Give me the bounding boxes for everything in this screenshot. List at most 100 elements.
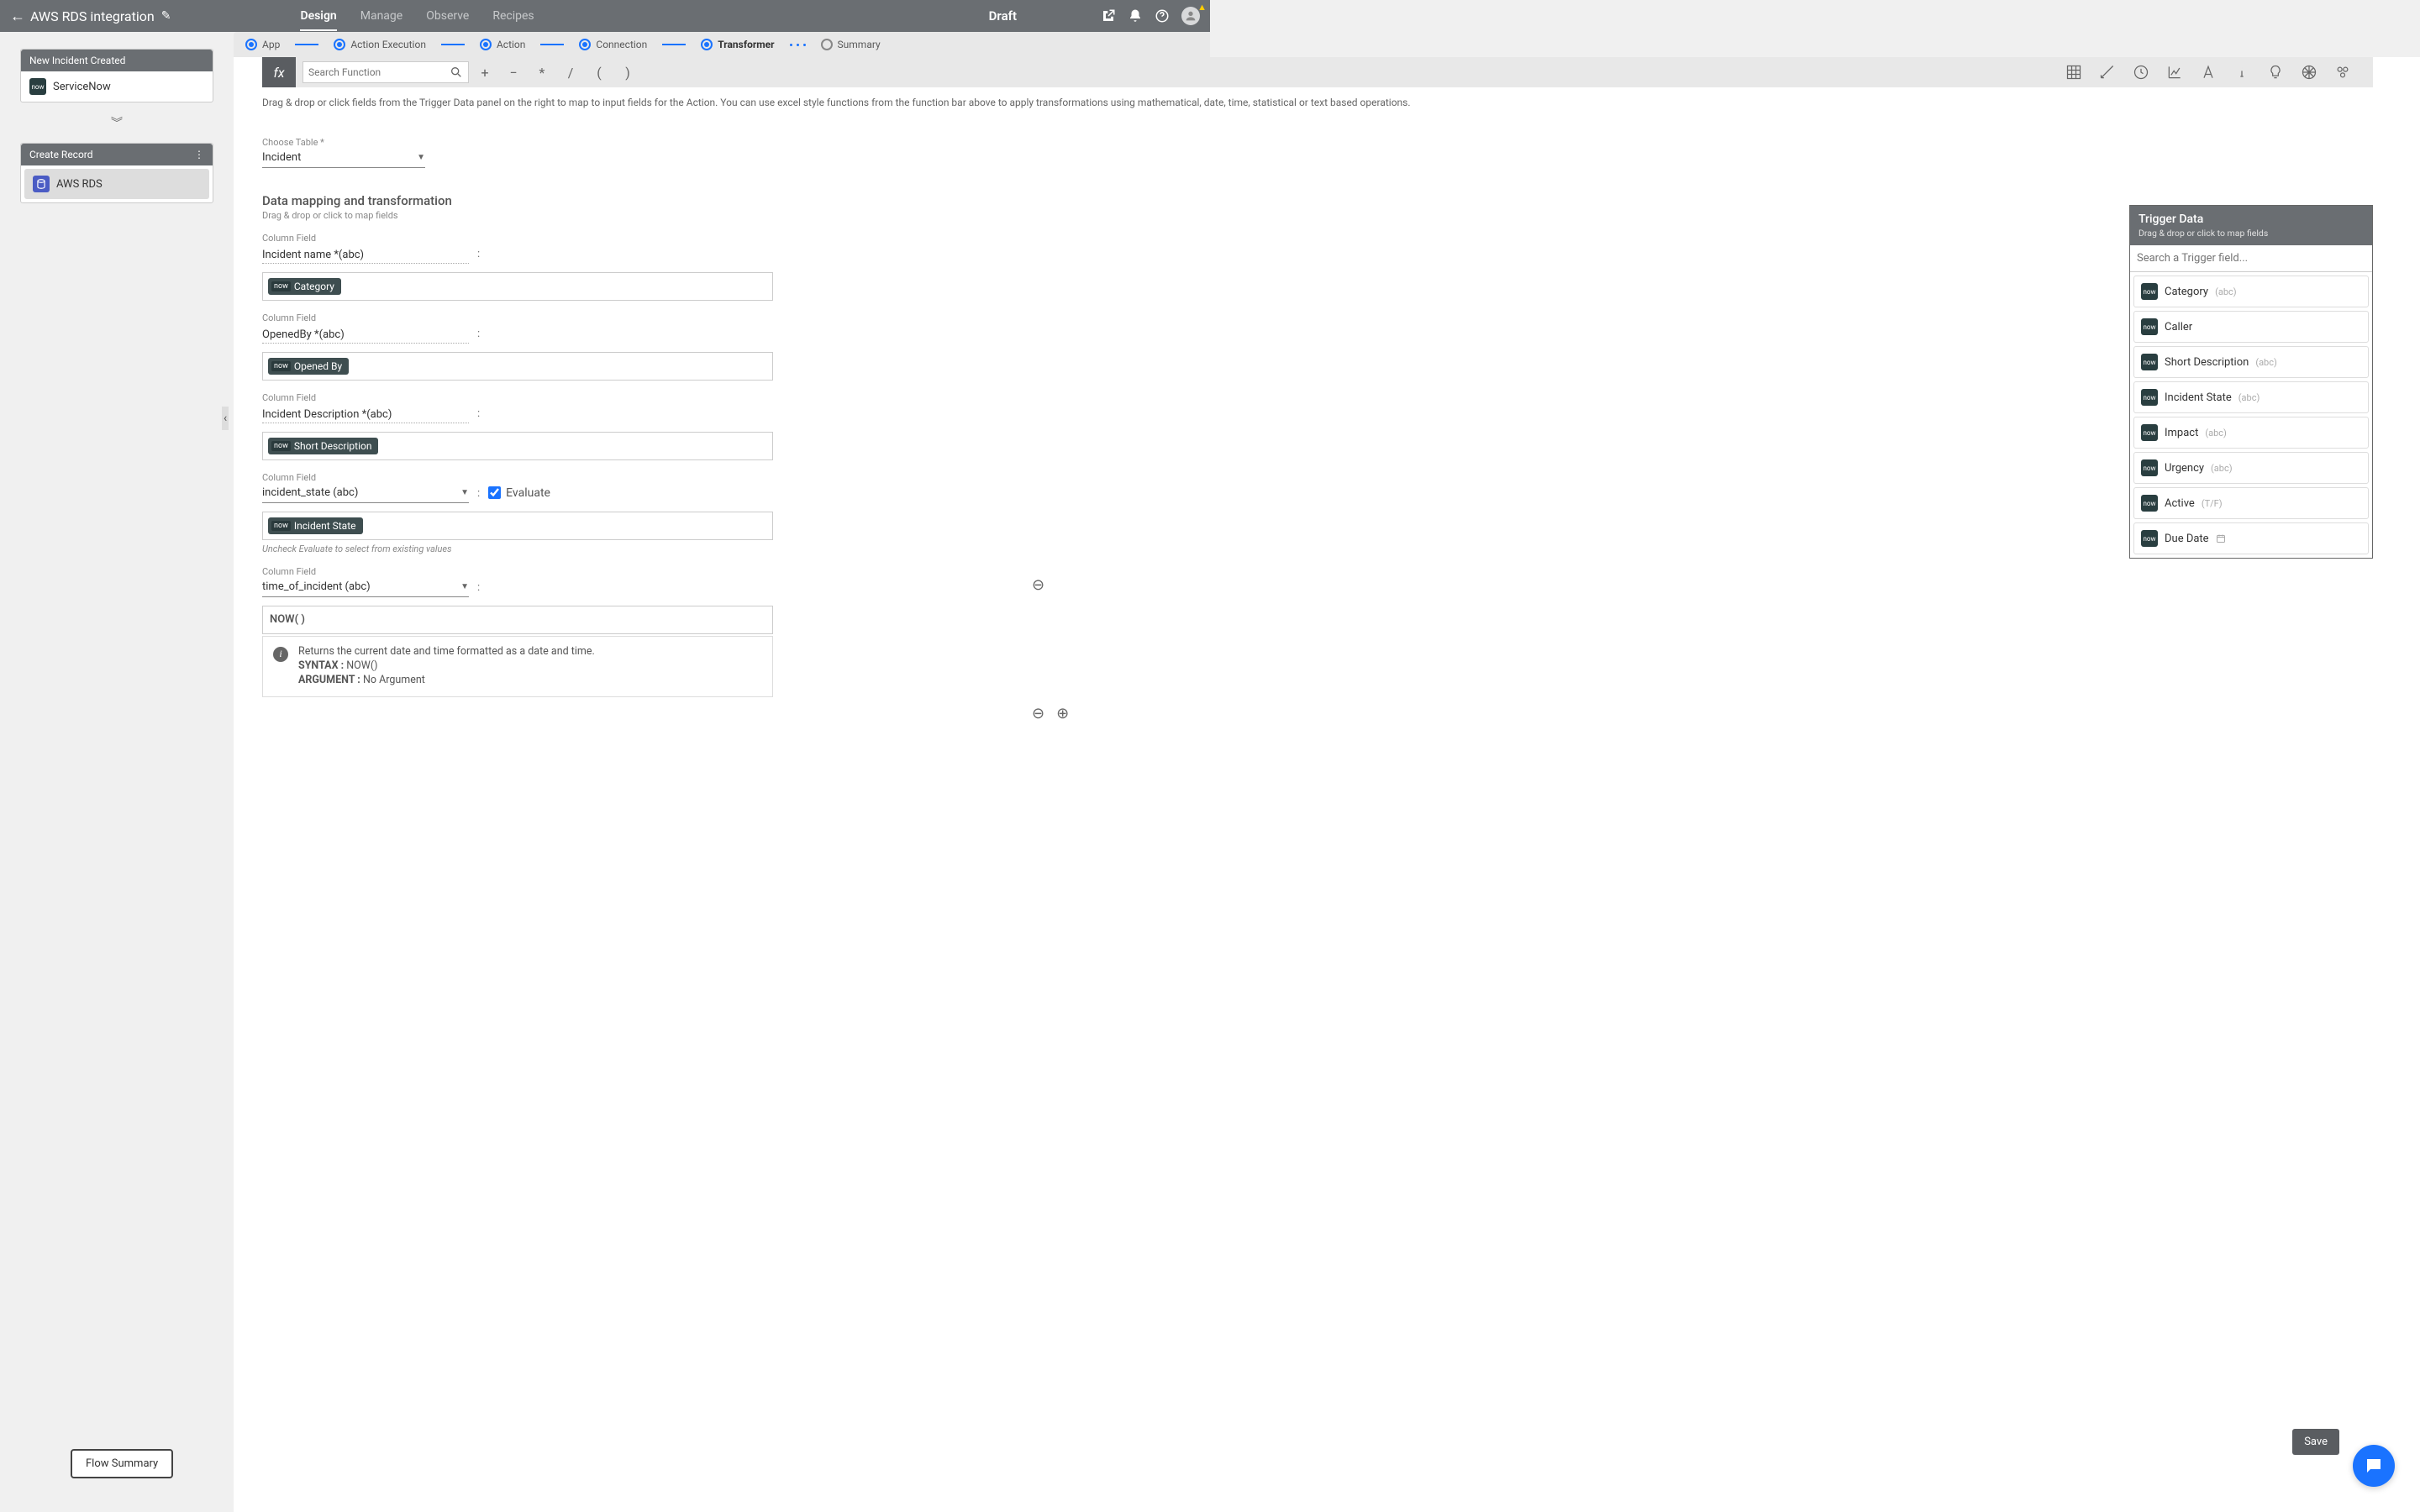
op-lparen[interactable]: ( [587, 65, 612, 81]
step-app[interactable]: App [245, 39, 280, 50]
add-row-icon[interactable]: ⊕ [1056, 705, 1069, 722]
op-plus[interactable]: + [472, 65, 497, 81]
fx-icon[interactable]: fx [262, 57, 296, 87]
trigger-field[interactable]: nowShort Description(abc) [2133, 346, 2369, 378]
top-tabs: Design Manage Observe Recipes [288, 1, 545, 31]
trigger-field[interactable]: nowIncident State(abc) [2133, 381, 2369, 413]
servicenow-icon: now [2141, 424, 2158, 441]
chevron-down-icon: ▼ [417, 153, 425, 162]
aws-rds-icon [33, 176, 50, 192]
function-search-input[interactable] [308, 66, 450, 78]
servicenow-icon: now [2141, 530, 2158, 547]
table-select[interactable]: Incident ▼ [262, 150, 425, 168]
trigger-field[interactable]: nowActive(T/F) [2133, 487, 2369, 519]
field1-name[interactable]: Incident name *(abc) [262, 245, 469, 264]
field2-map-box[interactable]: nowOpened By [262, 352, 773, 381]
signal-icon[interactable] [2099, 64, 2129, 81]
step-action-execution[interactable]: Action Execution [334, 39, 426, 50]
save-button[interactable]: Save [2292, 1429, 2339, 1455]
lightbulb-icon[interactable] [2267, 64, 2297, 81]
trigger-field[interactable]: nowUrgency(abc) [2133, 452, 2369, 484]
palette-icon[interactable] [2301, 64, 2331, 81]
servicenow-icon: now [2141, 318, 2158, 335]
servicenow-icon: now [29, 78, 46, 95]
field2-name[interactable]: OpenedBy *(abc) [262, 325, 469, 344]
field1-label: Column Field [262, 233, 808, 244]
top-navbar: ← AWS RDS integration ✎ Design Manage Ob… [0, 0, 1210, 32]
flow-connector-icon: ︾ [20, 114, 213, 131]
trigger-search-input[interactable] [2130, 245, 2372, 271]
servicenow-icon: now [2141, 354, 2158, 370]
collapse-left-icon[interactable]: ‹ [222, 407, 229, 430]
edit-title-icon[interactable]: ✎ [161, 9, 171, 23]
tab-observe[interactable]: Observe [414, 1, 481, 31]
main-content: fx + − * / ( ) Drag & drop or click fiel… [234, 57, 2420, 1512]
trigger-subtitle: Drag & drop or click to map fields [2139, 228, 2364, 239]
step-action[interactable]: Action [480, 39, 525, 50]
trigger-field[interactable]: nowDue Date [2133, 522, 2369, 554]
bell-icon[interactable] [1128, 8, 1143, 24]
op-divide[interactable]: / [558, 65, 583, 81]
row-ops: ⊖ ⊕ [1032, 705, 1069, 722]
trigger-card[interactable]: New Incident Created now ServiceNow [20, 49, 213, 102]
page-title: AWS RDS integration [30, 8, 155, 24]
chevron-down-icon: ▼ [460, 488, 469, 497]
servicenow-icon: now [2141, 283, 2158, 300]
user-avatar[interactable]: ▲ [1181, 7, 1200, 25]
tab-manage[interactable]: Manage [349, 1, 414, 31]
trigger-field[interactable]: nowCategory(abc) [2133, 276, 2369, 307]
table-icon[interactable] [2065, 64, 2096, 81]
evaluate-note: Uncheck Evaluate to select from existing… [262, 543, 808, 554]
clock-icon[interactable] [2133, 64, 2163, 81]
field3-map-box[interactable]: nowShort Description [262, 432, 773, 460]
op-multiply[interactable]: * [529, 65, 555, 81]
evaluate-checkbox[interactable] [488, 486, 501, 499]
servicenow-icon: now [2141, 495, 2158, 512]
chevron-down-icon: ▼ [460, 582, 469, 591]
step-connection[interactable]: Connection [579, 39, 647, 50]
left-panel: New Incident Created now ServiceNow ︾ Cr… [0, 32, 234, 1512]
help-text: Drag & drop or click fields from the Tri… [234, 87, 2420, 118]
field3-label: Column Field [262, 392, 808, 403]
back-arrow-icon[interactable]: ← [10, 8, 25, 25]
step-transformer[interactable]: Transformer [701, 39, 774, 50]
servicenow-icon: now [2141, 389, 2158, 406]
field5-formula-box[interactable]: NOW( ) [262, 606, 773, 634]
function-search[interactable] [302, 61, 469, 83]
op-minus[interactable]: − [501, 65, 526, 81]
field3-name[interactable]: Incident Description *(abc) [262, 405, 469, 423]
field5-select[interactable]: time_of_incident (abc) ▼ [262, 579, 469, 597]
evaluate-checkbox-label[interactable]: Evaluate [488, 486, 550, 503]
remove-row-icon[interactable]: ⊖ [1032, 576, 1044, 594]
more-vert-icon[interactable]: ⋮ [194, 149, 204, 160]
open-external-icon[interactable] [1101, 8, 1116, 24]
field4-map-box[interactable]: nowIncident State [262, 512, 773, 540]
field5-label: Column Field [262, 566, 808, 577]
help-icon[interactable] [1155, 8, 1170, 24]
servicenow-icon: now [2141, 459, 2158, 476]
trigger-field[interactable]: nowCaller [2133, 311, 2369, 343]
info-icon[interactable] [2233, 64, 2264, 81]
text-icon[interactable] [2200, 64, 2230, 81]
chat-fab[interactable] [2353, 1445, 2395, 1487]
op-rparen[interactable]: ) [615, 65, 640, 81]
field2-label: Column Field [262, 312, 808, 323]
step-summary[interactable]: Summary [821, 39, 881, 50]
remove-row-icon[interactable]: ⊖ [1032, 705, 1044, 722]
chart-icon[interactable] [2166, 64, 2196, 81]
tab-recipes[interactable]: Recipes [481, 1, 545, 31]
flow-summary-button[interactable]: Flow Summary [71, 1449, 173, 1478]
table-label: Choose Table * [262, 137, 808, 148]
trigger-list: nowCategory(abc) nowCallernowShort Descri… [2130, 272, 2372, 554]
top-right-icons: ▲ [1101, 7, 1200, 25]
tab-design[interactable]: Design [288, 1, 348, 31]
cluster-icon[interactable] [2334, 64, 2365, 81]
field1-map-box[interactable]: nowCategory [262, 272, 773, 301]
info-circle-icon: i [273, 647, 288, 662]
field4-select[interactable]: incident_state (abc) ▼ [262, 485, 469, 503]
trigger-field[interactable]: nowImpact(abc) [2133, 417, 2369, 449]
field3-chip: nowShort Description [268, 438, 378, 454]
field2-chip: nowOpened By [268, 358, 349, 375]
action-card[interactable]: Create Record ⋮ AWS RDS [20, 143, 213, 203]
search-icon[interactable] [450, 66, 463, 79]
